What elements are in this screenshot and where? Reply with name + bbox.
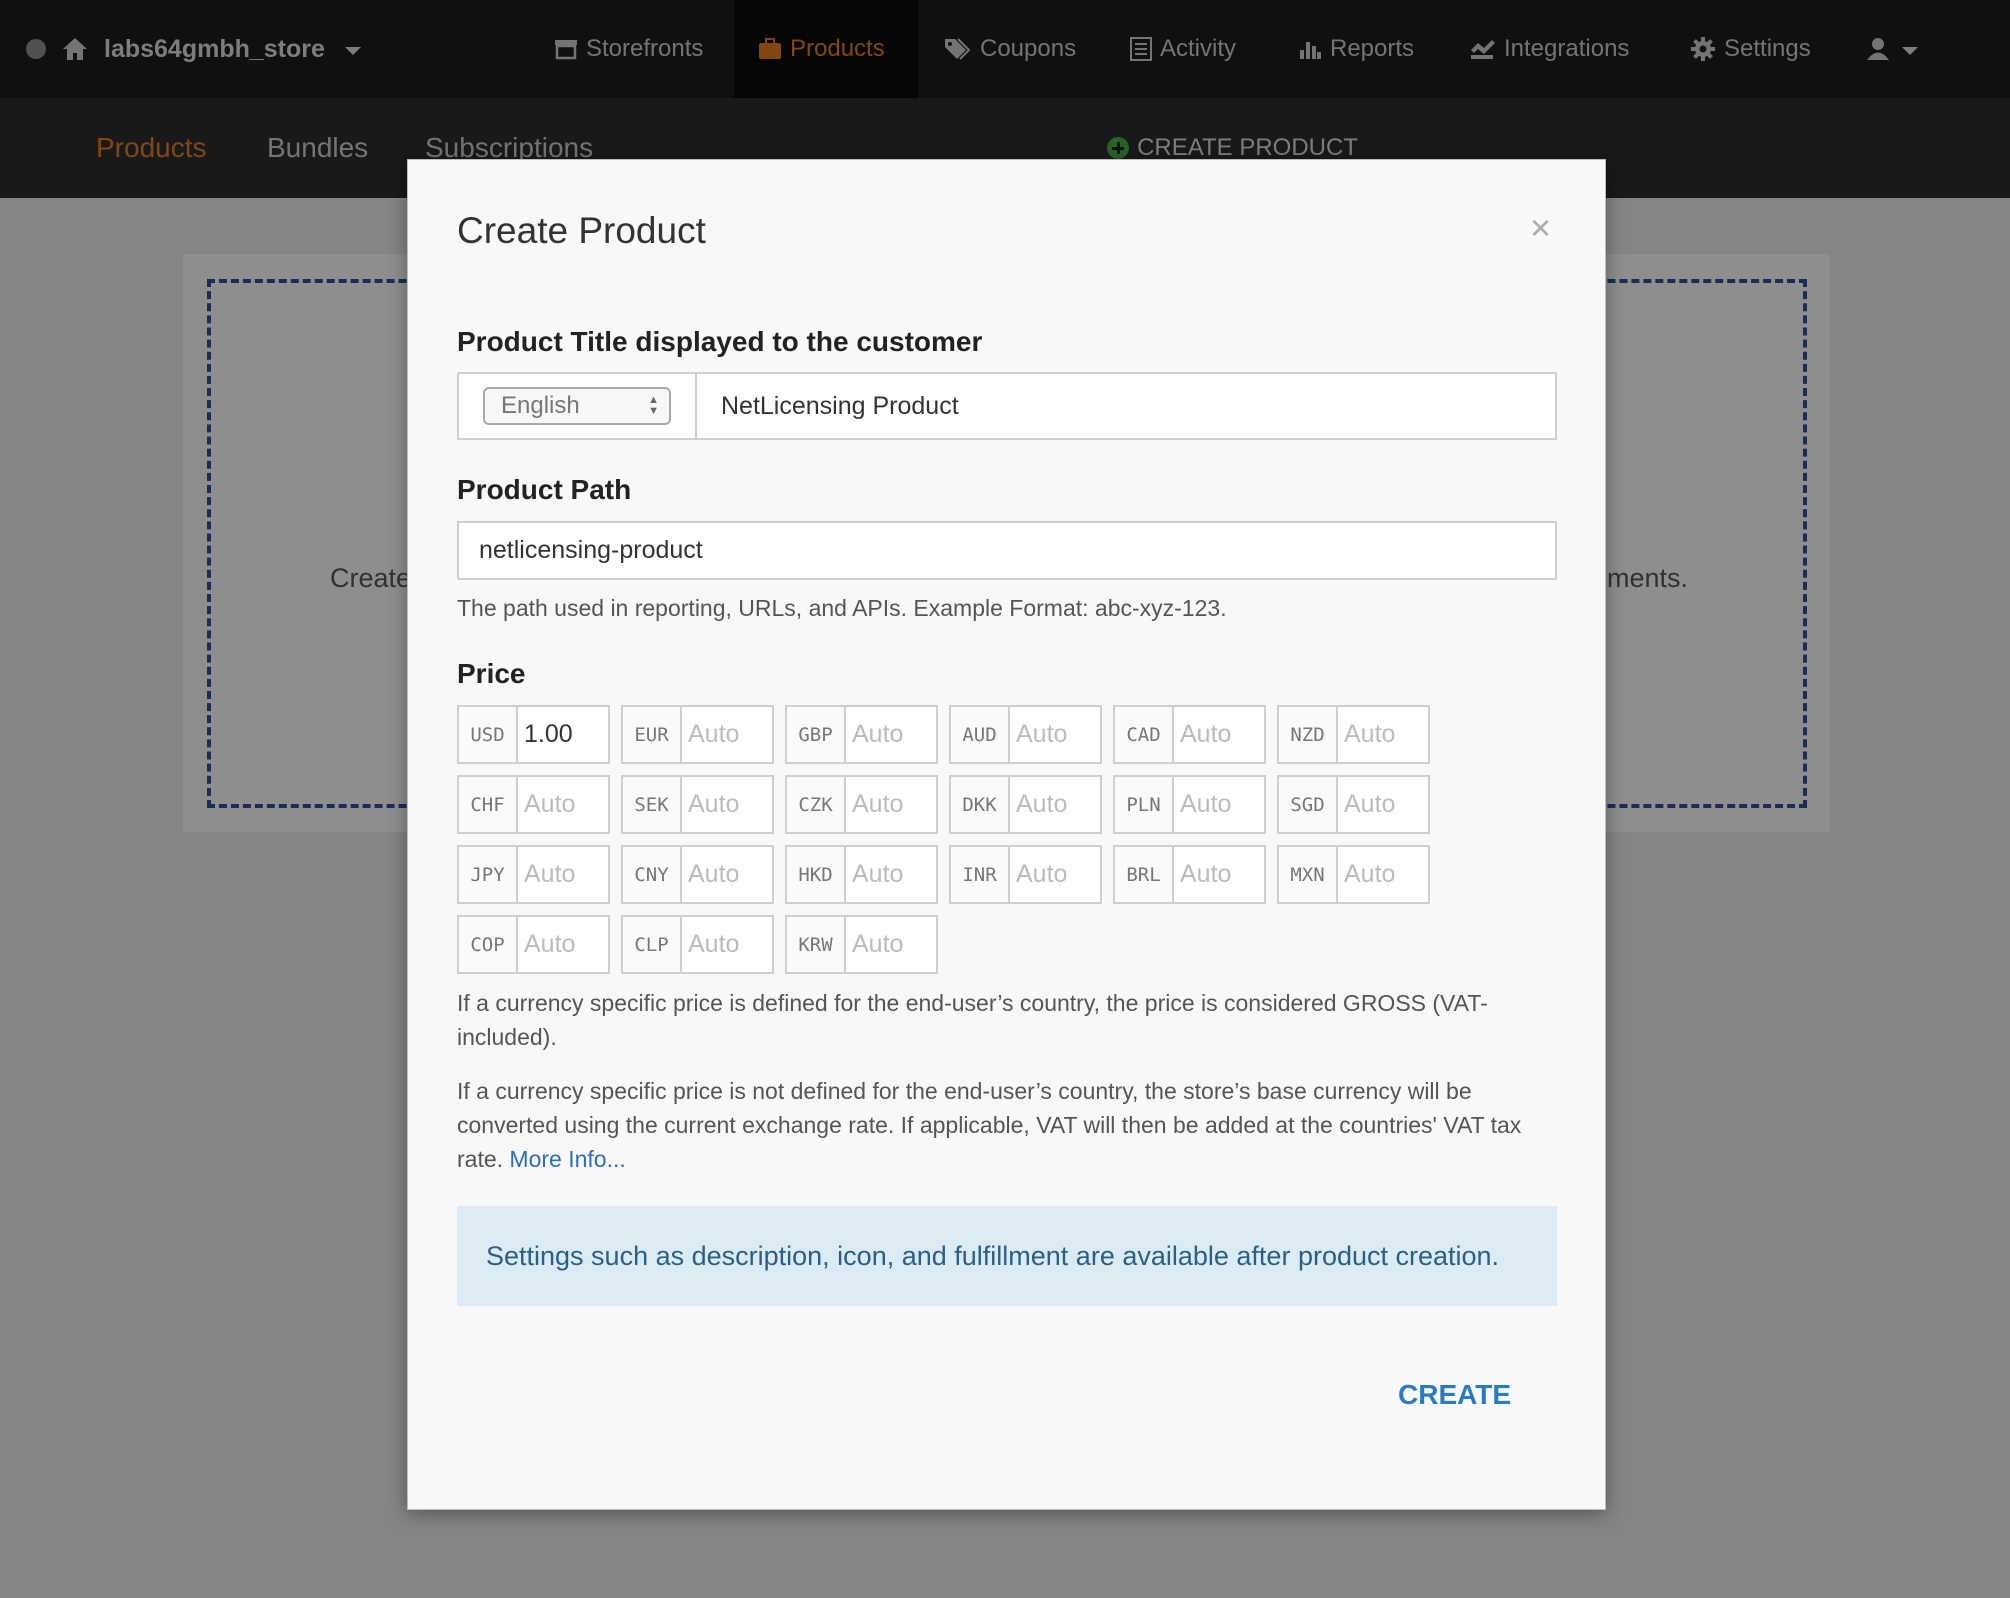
price-input[interactable]: Auto [846,777,936,832]
price-field-sek: SEK Auto [621,775,774,834]
price-field-brl: BRL Auto [1113,845,1266,904]
select-arrows-icon: ▲ ▼ [648,394,659,417]
price-input[interactable]: Auto [518,917,608,972]
price-field-aud: AUD Auto [949,705,1102,764]
currency-code: SGD [1279,777,1338,832]
currency-code: KRW [787,917,846,972]
create-button[interactable]: CREATE [1398,1379,1511,1411]
price-input[interactable]: Auto [1338,777,1428,832]
price-input[interactable]: Auto [1174,847,1264,902]
currency-code: SEK [623,777,682,832]
currency-code: PLN [1115,777,1174,832]
price-field-clp: CLP Auto [621,915,774,974]
price-input[interactable]: Auto [1010,847,1100,902]
price-field-nzd: NZD Auto [1277,705,1430,764]
price-field-cad: CAD Auto [1113,705,1266,764]
currency-code: DKK [951,777,1010,832]
close-icon[interactable]: × [1530,207,1551,249]
convert-note: If a currency specific price is not defi… [457,1074,1557,1176]
price-field-jpy: JPY Auto [457,845,610,904]
product-title-label: Product Title displayed to the customer [457,326,983,357]
currency-code: BRL [1115,847,1174,902]
price-input[interactable]: Auto [1010,707,1100,762]
price-input[interactable]: Auto [846,847,936,902]
currency-code: INR [951,847,1010,902]
price-input[interactable]: Auto [846,917,936,972]
language-value: English [501,392,580,419]
currency-code: EUR [623,707,682,762]
price-field-cop: COP Auto [457,915,610,974]
product-title-input[interactable]: NetLicensing Product [697,374,1555,438]
price-label: Price [457,658,526,689]
price-input[interactable]: Auto [518,847,608,902]
price-input[interactable]: Auto [1338,847,1428,902]
product-title-group: English ▲ ▼ NetLicensing Product [457,372,1557,440]
create-product-dialog: Create Product × Product Title displayed… [407,159,1606,1510]
currency-code: GBP [787,707,846,762]
price-input[interactable]: Auto [846,707,936,762]
price-input[interactable]: 1.00 [518,707,608,762]
currency-code: CHF [459,777,518,832]
price-field-eur: EUR Auto [621,705,774,764]
info-alert: Settings such as description, icon, and … [457,1206,1557,1306]
currency-code: USD [459,707,518,762]
price-field-mxn: MXN Auto [1277,845,1430,904]
path-help-text: The path used in reporting, URLs, and AP… [457,595,1227,621]
price-input[interactable]: Auto [682,847,772,902]
price-field-pln: PLN Auto [1113,775,1266,834]
product-path-label: Product Path [457,474,632,505]
price-field-krw: KRW Auto [785,915,938,974]
price-field-gbp: GBP Auto [785,705,938,764]
price-input[interactable]: Auto [1174,777,1264,832]
price-input[interactable]: Auto [682,777,772,832]
price-field-dkk: DKK Auto [949,775,1102,834]
price-input[interactable]: Auto [1338,707,1428,762]
price-field-cny: CNY Auto [621,845,774,904]
price-input[interactable]: Auto [518,777,608,832]
currency-code: COP [459,917,518,972]
price-field-usd: USD 1.00 [457,705,610,764]
currency-code: JPY [459,847,518,902]
currency-code: CZK [787,777,846,832]
price-field-czk: CZK Auto [785,775,938,834]
price-input[interactable]: Auto [682,917,772,972]
currency-code: CNY [623,847,682,902]
language-select[interactable]: English ▲ ▼ [483,387,671,425]
language-cell: English ▲ ▼ [459,374,697,438]
currency-code: CAD [1115,707,1174,762]
product-path-input[interactable]: netlicensing-product [457,521,1557,580]
more-info-link[interactable]: More Info... [509,1146,625,1172]
currency-code: AUD [951,707,1010,762]
currency-code: CLP [623,917,682,972]
price-input[interactable]: Auto [1010,777,1100,832]
currency-code: NZD [1279,707,1338,762]
price-field-chf: CHF Auto [457,775,610,834]
gross-note: If a currency specific price is defined … [457,990,1488,1050]
price-input[interactable]: Auto [1174,707,1264,762]
currency-code: HKD [787,847,846,902]
price-field-sgd: SGD Auto [1277,775,1430,834]
price-input[interactable]: Auto [682,707,772,762]
price-field-inr: INR Auto [949,845,1102,904]
dialog-title: Create Product [457,210,706,251]
price-field-hkd: HKD Auto [785,845,938,904]
currency-code: MXN [1279,847,1338,902]
